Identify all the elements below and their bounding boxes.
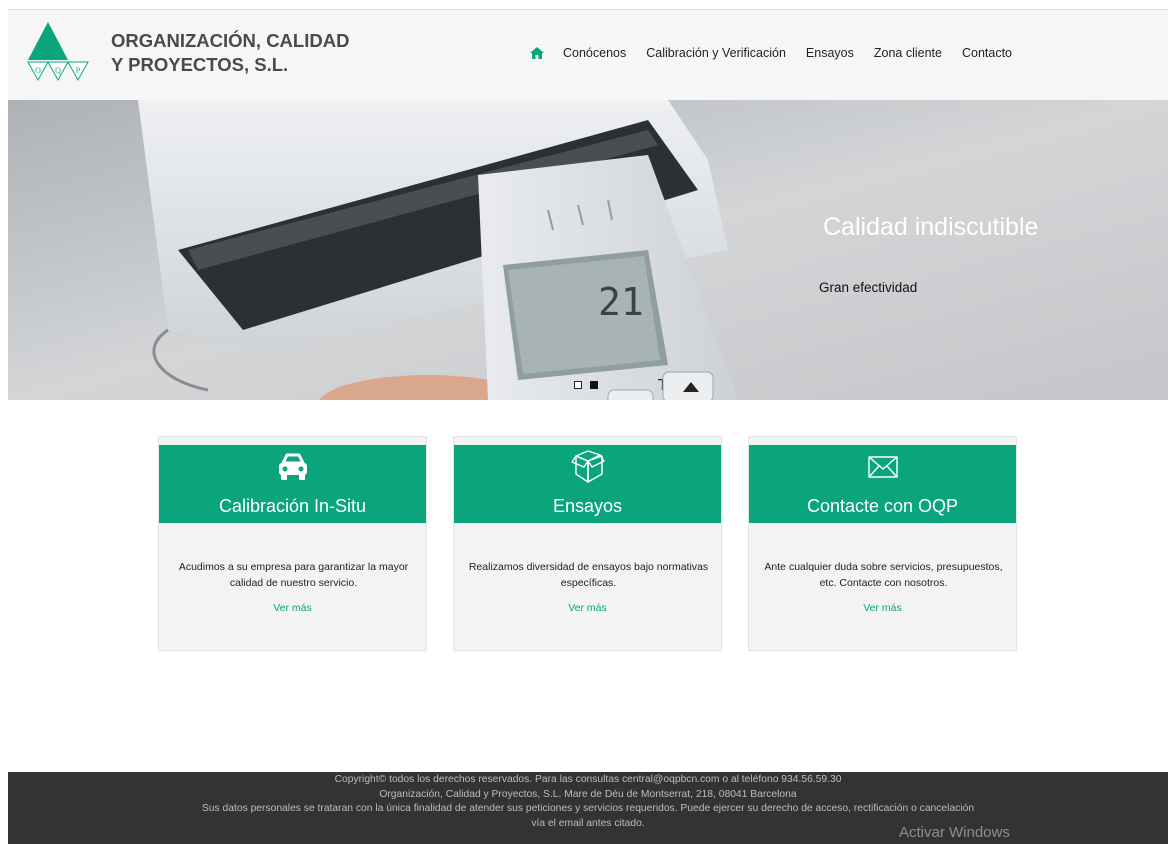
- nav-item-zona-cliente[interactable]: Zona cliente: [874, 46, 942, 60]
- windows-activation-watermark: Activar Windows: [899, 824, 1010, 841]
- car-icon: [278, 453, 307, 480]
- card-header: Calibración In-Situ: [159, 445, 426, 523]
- card-description: Realizamos diversidad de ensayos bajo no…: [468, 561, 709, 589]
- logo-letter-p: P: [76, 66, 81, 75]
- nav-item-ensayos[interactable]: Ensayos: [806, 46, 854, 60]
- slide-dot-2[interactable]: [590, 381, 598, 389]
- brand-name[interactable]: ORGANIZACIÓN, CALIDAD Y PROYECTOS, S.L.: [111, 29, 349, 77]
- card-header: Contacte con OQP: [749, 445, 1016, 523]
- card-description: Acudimos a su empresa para garantizar la…: [178, 561, 409, 589]
- footer-address: Organización, Calidad y Proyectos, S.L. …: [379, 788, 797, 800]
- hero-image: 21 TEMP: [8, 100, 1168, 400]
- card-header: Ensayos: [454, 445, 721, 523]
- nav-item-conocenos[interactable]: Conócenos: [563, 46, 626, 60]
- hero-title: Calidad indiscutible: [823, 213, 1039, 241]
- card-description: Ante cualquier duda sobre servicios, pre…: [764, 561, 1003, 589]
- card-contacto: Contacte con OQP Ante cualquier duda sob…: [748, 436, 1017, 651]
- logo-letter-q: Q: [55, 66, 61, 75]
- ver-mas-link[interactable]: Ver más: [749, 602, 1016, 614]
- page: O Q P ORGANIZACIÓN, CALIDAD Y PROYECTOS,…: [8, 9, 1168, 844]
- hero-subtitle: Gran efectividad: [819, 280, 918, 295]
- brand-line-2: Y PROYECTOS, S.L.: [111, 54, 289, 75]
- card-title: Ensayos: [552, 496, 623, 516]
- card-title: Calibración In-Situ: [218, 496, 367, 516]
- site-header: O Q P ORGANIZACIÓN, CALIDAD Y PROYECTOS,…: [8, 9, 1168, 101]
- hero-slider: 21 TEMP Calidad indiscutible Gran efecti…: [8, 100, 1168, 400]
- slide-dot-1[interactable]: [574, 381, 582, 389]
- nav-item-contacto[interactable]: Contacto: [962, 46, 1012, 60]
- svg-text:21: 21: [598, 280, 644, 324]
- envelope-icon: [867, 456, 898, 478]
- brand-line-1: ORGANIZACIÓN, CALIDAD: [111, 30, 350, 51]
- box-icon: [570, 450, 605, 483]
- ver-mas-link[interactable]: Ver más: [159, 602, 426, 614]
- company-logo[interactable]: O Q P: [26, 20, 92, 92]
- footer-copyright: Copyright© todos los derechos reservados…: [334, 774, 842, 785]
- card-calibracion: Calibración In-Situ Acudimos a su empres…: [158, 436, 427, 651]
- logo-letter-o: O: [35, 66, 41, 75]
- slider-dots: [574, 381, 598, 389]
- main-nav: Conócenos Calibración y Verificación Ens…: [530, 46, 1032, 60]
- nav-item-calibracion[interactable]: Calibración y Verificación: [646, 46, 786, 60]
- home-icon[interactable]: [530, 47, 544, 59]
- ver-mas-link[interactable]: Ver más: [454, 602, 721, 614]
- footer-privacy: Sus datos personales se trataran con la …: [201, 803, 975, 814]
- card-ensayos: Ensayos Realizamos diversidad de ensayos…: [453, 436, 722, 651]
- card-title: Contacte con OQP: [806, 496, 959, 516]
